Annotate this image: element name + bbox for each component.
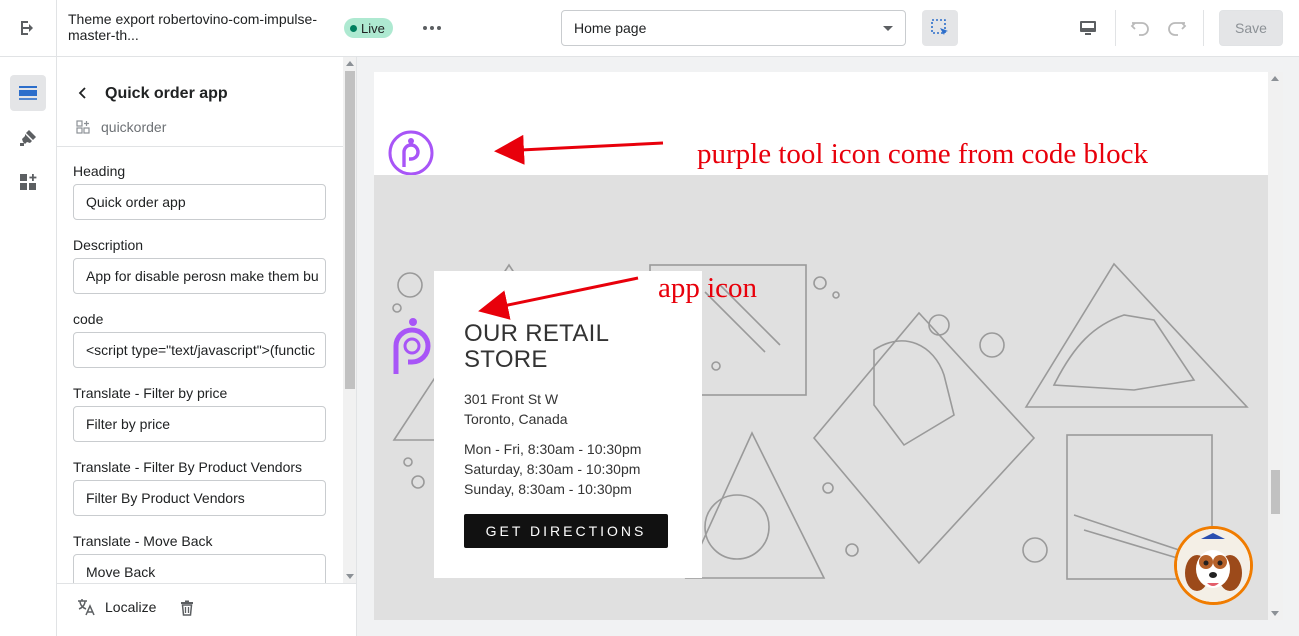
- filter-price-input[interactable]: Filter by price: [73, 406, 326, 442]
- topbar-separator-2: [1203, 10, 1204, 46]
- panel-footer: Localize: [57, 583, 356, 636]
- localize-label: Localize: [105, 599, 157, 615]
- app-block-icon: [76, 120, 90, 134]
- app-blocks-icon: [20, 174, 37, 190]
- page-selector-value: Home page: [574, 20, 647, 36]
- exit-icon: [21, 21, 33, 35]
- preview-scroll-thumb[interactable]: [1271, 470, 1280, 514]
- code-label: code: [73, 311, 104, 327]
- page-selector[interactable]: Home page: [561, 10, 906, 46]
- description-label: Description: [73, 237, 144, 253]
- desktop-icon: [1080, 21, 1096, 35]
- theme-settings-button[interactable]: [10, 120, 46, 156]
- theme-name: Theme export robertovino-com-impulse-mas…: [68, 11, 317, 43]
- redo-icon: [1168, 22, 1187, 36]
- delete-icon: [181, 600, 193, 616]
- editor-rail: [0, 57, 57, 636]
- live-label: Live: [361, 20, 385, 36]
- redo-button[interactable]: [1161, 10, 1193, 46]
- panel-scrollbar[interactable]: [343, 57, 356, 583]
- annotation-text-top: purple tool icon come from code block: [697, 138, 1148, 170]
- preview-scroll-down-icon: [1271, 611, 1279, 616]
- hours-sunday: Sunday, 8:30am - 10:30pm: [464, 481, 632, 497]
- exit-button[interactable]: [10, 10, 46, 46]
- undo-icon: [1130, 22, 1149, 36]
- app-blocks-button[interactable]: [10, 164, 46, 200]
- preview-scroll-up-icon: [1271, 76, 1279, 81]
- panel-title: Quick order app: [105, 85, 228, 102]
- accessibility-logo-icon[interactable]: [386, 128, 436, 178]
- app-logo-icon[interactable]: [388, 314, 438, 376]
- chat-avatar[interactable]: [1174, 526, 1253, 605]
- live-badge: Live: [344, 18, 393, 38]
- sections-button[interactable]: [10, 75, 46, 111]
- dog-avatar-icon: [1177, 529, 1250, 602]
- delete-button[interactable]: [177, 598, 197, 618]
- desktop-view-button[interactable]: [1070, 10, 1106, 46]
- save-button[interactable]: Save: [1219, 10, 1283, 46]
- more-icon: [423, 26, 427, 30]
- filter-price-label: Translate - Filter by price: [73, 385, 228, 401]
- sections-icon: [19, 86, 37, 100]
- settings-panel: Quick order app quickorder Heading Quick…: [57, 57, 357, 636]
- live-dot: [350, 24, 357, 32]
- topbar-separator: [1115, 10, 1116, 46]
- annotation-text-bottom: app icon: [658, 272, 758, 304]
- code-input[interactable]: <script type="text/javascript">(functic: [73, 332, 326, 368]
- filter-vendors-input[interactable]: Filter By Product Vendors: [73, 480, 326, 516]
- undo-button[interactable]: [1124, 10, 1156, 46]
- store-title: OUR RETAIL STORE: [464, 320, 609, 373]
- topbar-divider: [56, 0, 57, 57]
- inspect-icon: [931, 19, 948, 35]
- get-directions-button[interactable]: GET DIRECTIONS: [464, 514, 668, 548]
- filter-vendors-label: Translate - Filter By Product Vendors: [73, 459, 303, 475]
- hours-saturday: Saturday, 8:30am - 10:30pm: [464, 461, 641, 477]
- localize-icon: [78, 599, 95, 616]
- description-input[interactable]: App for disable perosn make them bu: [73, 258, 326, 294]
- heading-label: Heading: [73, 163, 126, 179]
- store-info-card: OUR RETAIL STORE 301 Front St W Toronto,…: [393, 271, 702, 578]
- heading-input[interactable]: Quick order app: [73, 184, 326, 220]
- chevron-down-icon: [883, 25, 893, 31]
- back-button[interactable]: [71, 81, 95, 105]
- store-banner: OUR RETAIL STORE 301 Front St W Toronto,…: [374, 175, 1268, 620]
- more-actions-button[interactable]: [418, 16, 446, 40]
- theme-settings-icon: [20, 130, 36, 146]
- move-back-label: Translate - Move Back: [73, 533, 213, 549]
- editor-topbar: Theme export robertovino-com-impulse-mas…: [0, 0, 1299, 57]
- scroll-up-icon: [346, 61, 354, 66]
- back-icon: [78, 87, 86, 99]
- hours-weekday: Mon - Fri, 8:30am - 10:30pm: [464, 441, 642, 457]
- localize-button[interactable]: Localize: [77, 598, 156, 616]
- preview-scrollbar[interactable]: [1268, 72, 1283, 620]
- scroll-down-icon: [346, 574, 354, 579]
- panel-header: Quick order app quickorder: [57, 57, 343, 147]
- address-line-1: 301 Front St W: [464, 391, 559, 407]
- inspect-button[interactable]: [922, 10, 958, 46]
- app-handle: quickorder: [101, 119, 167, 135]
- panel-scroll-thumb[interactable]: [345, 71, 355, 389]
- address-line-2: Toronto, Canada: [464, 411, 568, 427]
